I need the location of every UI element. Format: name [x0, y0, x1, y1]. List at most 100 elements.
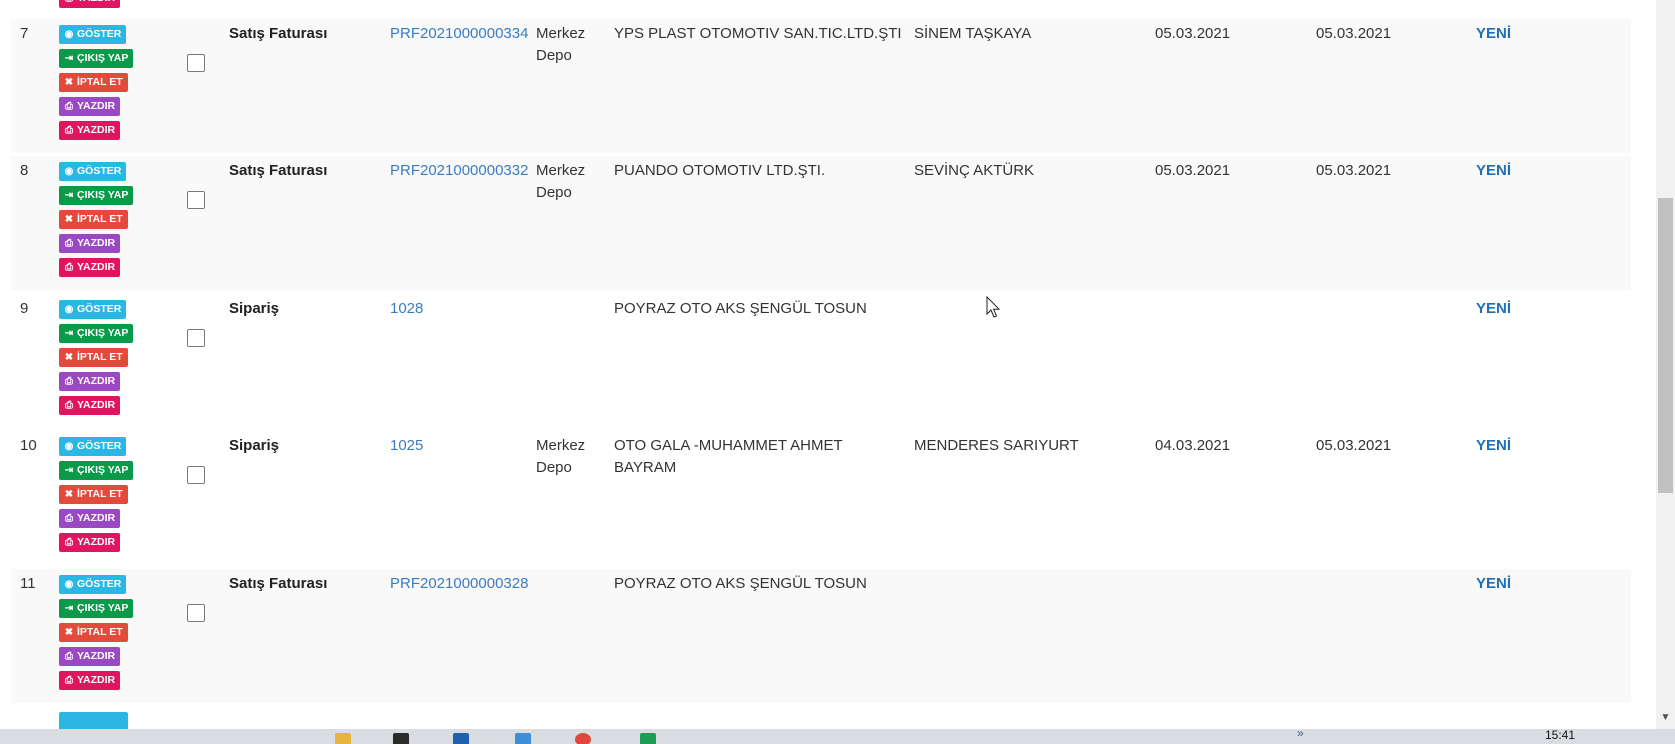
cancel-button[interactable]: ✖ İPTAL ET: [59, 73, 128, 92]
exit-button[interactable]: ⇥ ÇIKIŞ YAP: [59, 186, 134, 205]
document-type: Satış Faturası: [229, 25, 328, 42]
print-button[interactable]: ⎙YAZDIR: [59, 509, 121, 528]
table-row[interactable]: 10 ◉ GÖSTER ⇥ ÇIKIŞ YAP ✖ İPTAL ET ⎙ YAZDIR …: [11, 431, 1631, 565]
close-icon: ✖: [64, 489, 74, 500]
table-row[interactable]: 7 ◉ GÖSTER ⇥ ÇIKIŞ YAP ✖ İPTAL ET ⎙ YAZDIR ⎙…: [11, 19, 1631, 153]
app-icon[interactable]: [393, 733, 409, 744]
print-icon: ⎙: [65, 101, 73, 112]
document-type: Sipariş: [229, 300, 280, 317]
user-name: SİNEM TAŞKAYA: [914, 25, 1032, 42]
close-icon: ✖: [64, 352, 74, 363]
status-badge: YENİ: [1476, 437, 1512, 454]
print-button[interactable]: ⎙YAZDIR: [59, 647, 121, 666]
exit-button[interactable]: ⇥ ÇIKIŞ YAP: [59, 49, 134, 68]
row-checkbox[interactable]: [187, 604, 205, 622]
table-row[interactable]: 9 ◉ GÖSTER ⇥ ÇIKIŞ YAP ✖ İPTAL ET ⎙ YAZDIR ⎙…: [11, 294, 1631, 428]
depot-name: Merkez Depo: [536, 162, 586, 201]
close-icon: ✖: [64, 77, 74, 88]
print-icon: ⎙: [65, 675, 73, 686]
sign-out-icon: ⇥: [64, 328, 74, 339]
mouse-cursor-icon: [986, 296, 1001, 318]
browser-icon[interactable]: [575, 733, 591, 744]
print-button-alt[interactable]: ⎙ YAZDIR: [59, 396, 121, 415]
print-icon: ⎙: [65, 376, 73, 387]
customer-name: OTO GALA -MUHAMMET AHMET BAYRAM: [614, 437, 843, 476]
cancel-button[interactable]: ✖ İPTAL ET: [59, 348, 128, 367]
sign-out-icon: ⇥: [64, 465, 74, 476]
delivery-date: 05.03.2021: [1316, 162, 1392, 179]
print-icon: ⎙: [65, 262, 73, 273]
status-badge: YENİ: [1476, 25, 1512, 42]
customer-name: YPS PLAST OTOMOTIV SAN.TIC.LTD.ŞTI: [614, 25, 902, 42]
exit-button[interactable]: ⇥ ÇIKIŞ YAP: [59, 461, 134, 480]
print-button[interactable]: ⎙YAZDIR: [59, 372, 121, 391]
delivery-date: 05.03.2021: [1316, 25, 1392, 42]
show-button[interactable]: ◉ GÖSTER: [59, 575, 127, 594]
document-ref-link[interactable]: PRF2021000000332: [390, 160, 528, 182]
show-button[interactable]: ◉ GÖSTER: [59, 300, 127, 319]
row-number: 7: [20, 25, 29, 42]
print-icon: ⎙: [63, 0, 75, 8]
print-icon: ⎙: [65, 125, 73, 136]
os-taskbar: » 15:41: [0, 729, 1675, 744]
print-button-alt[interactable]: ⎙ YAZDIR: [59, 533, 121, 552]
print-icon: ⎙: [65, 400, 73, 411]
print-button[interactable]: ⎙YAZDIR: [59, 0, 121, 8]
print-icon: ⎙: [65, 238, 73, 249]
app-icon[interactable]: [453, 733, 469, 744]
show-button[interactable]: [59, 712, 128, 729]
customer-name: POYRAZ OTO AKS ŞENGÜL TOSUN: [614, 575, 867, 592]
show-button[interactable]: ◉ GÖSTER: [59, 162, 127, 181]
print-icon: ⎙: [65, 651, 73, 662]
taskbar-clock: 15:41: [1545, 729, 1576, 742]
print-button-alt[interactable]: ⎙ YAZDIR: [59, 671, 121, 690]
exit-button[interactable]: ⇥ ÇIKIŞ YAP: [59, 599, 134, 618]
document-date: 04.03.2021: [1155, 437, 1231, 454]
delivery-date: 05.03.2021: [1316, 437, 1392, 454]
spreadsheet-icon[interactable]: [640, 733, 656, 744]
document-ref-link[interactable]: 1025: [390, 435, 423, 457]
cancel-button[interactable]: ✖ İPTAL ET: [59, 623, 128, 642]
table-row-partial-bottom: [11, 706, 1631, 729]
document-type: Satış Faturası: [229, 162, 328, 179]
document-date: 05.03.2021: [1155, 25, 1231, 42]
app-icon[interactable]: [515, 733, 531, 744]
depot-name: Merkez Depo: [536, 437, 586, 476]
chevron-right-icon[interactable]: »: [1297, 729, 1304, 740]
row-checkbox[interactable]: [187, 54, 205, 72]
document-ref-link[interactable]: PRF2021000000328: [390, 573, 528, 595]
row-checkbox[interactable]: [187, 466, 205, 484]
eye-icon: ◉: [64, 579, 74, 590]
eye-icon: ◉: [64, 304, 74, 315]
print-icon: ⎙: [65, 513, 73, 524]
row-checkbox[interactable]: [187, 191, 205, 209]
exit-button[interactable]: ⇥ ÇIKIŞ YAP: [59, 324, 134, 343]
show-button[interactable]: ◉ GÖSTER: [59, 437, 127, 456]
document-ref-link[interactable]: PRF2021000000334: [390, 23, 528, 45]
show-button[interactable]: ◉ GÖSTER: [59, 25, 127, 44]
row-checkbox[interactable]: [187, 329, 205, 347]
row-number: 8: [20, 162, 29, 179]
document-ref-link[interactable]: 1028: [390, 298, 423, 320]
sign-out-icon: ⇥: [64, 53, 74, 64]
table-row[interactable]: 8 ◉ GÖSTER ⇥ ÇIKIŞ YAP ✖ İPTAL ET ⎙ YAZDIR ⎙…: [11, 156, 1631, 290]
vertical-scrollbar[interactable]: ▼: [1656, 0, 1675, 729]
document-type: Sipariş: [229, 437, 280, 454]
print-button[interactable]: ⎙YAZDIR: [59, 97, 121, 116]
print-button-alt[interactable]: ⎙ YAZDIR: [59, 258, 121, 277]
print-button[interactable]: ⎙YAZDIR: [59, 234, 121, 253]
sign-out-icon: ⇥: [64, 190, 74, 201]
user-name: MENDERES SARIYURT: [914, 437, 1079, 454]
records-table-viewport: ⎙YAZDIR 7 ◉GÖSTER ⇥ÇIKIŞ YAP ✖İPTAL ET ⎙…: [0, 0, 1656, 729]
table-row[interactable]: 11 ◉ GÖSTER ⇥ ÇIKIŞ YAP ✖ İPTAL ET ⎙ YAZDIR …: [11, 569, 1631, 703]
status-badge: YENİ: [1476, 300, 1512, 317]
user-name: SEVİNÇ AKTÜRK: [914, 162, 1035, 179]
status-badge: YENİ: [1476, 162, 1512, 179]
cancel-button[interactable]: ✖ İPTAL ET: [59, 485, 128, 504]
file-explorer-icon[interactable]: [335, 733, 351, 744]
scrollbar-thumb[interactable]: [1658, 198, 1673, 493]
print-button-alt[interactable]: ⎙ YAZDIR: [59, 121, 121, 140]
cancel-button[interactable]: ✖ İPTAL ET: [59, 210, 128, 229]
scroll-down-arrow-icon[interactable]: ▼: [1656, 708, 1675, 727]
print-icon: ⎙: [65, 537, 73, 548]
